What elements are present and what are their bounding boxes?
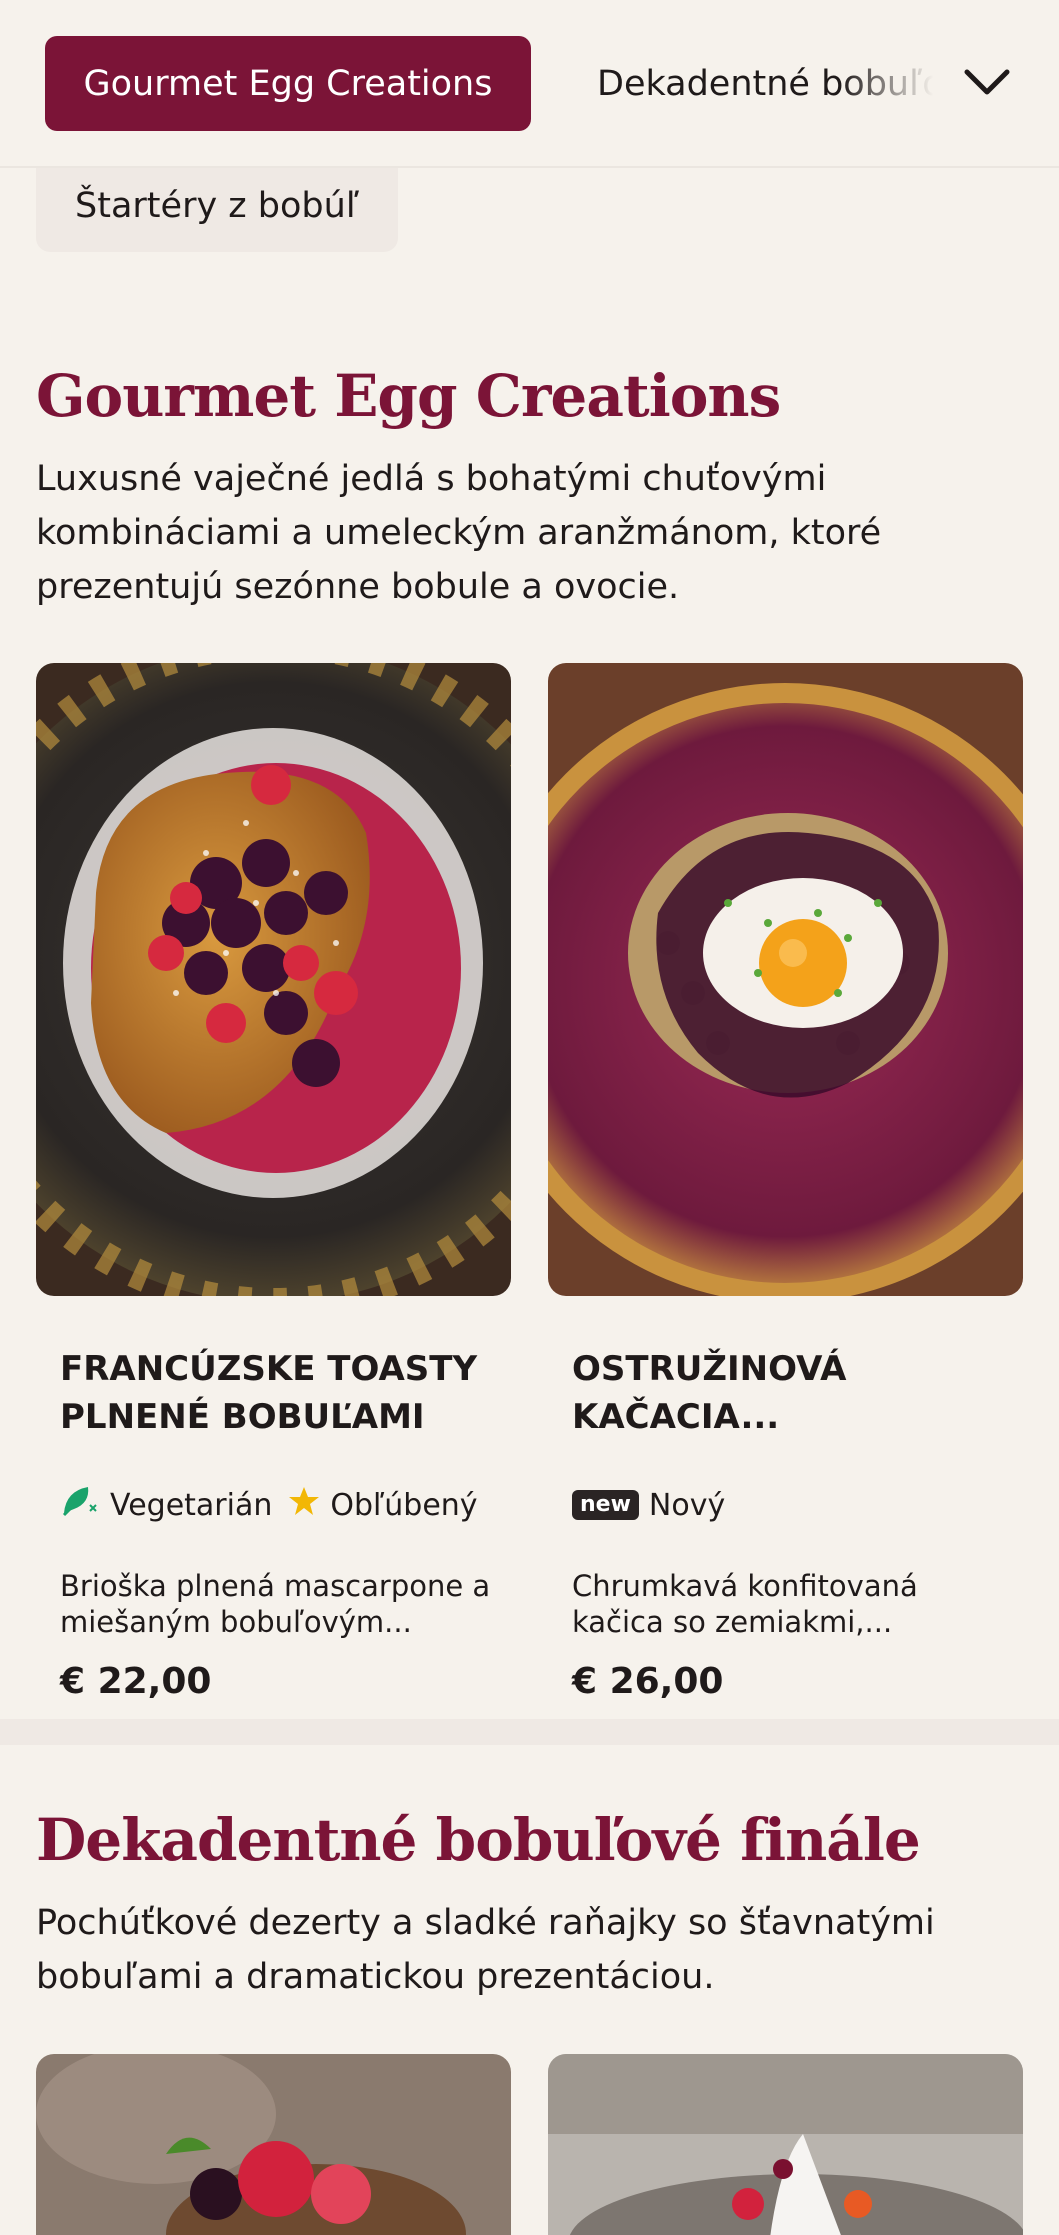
- dish-image-duck[interactable]: [548, 663, 1023, 1296]
- dish-price: € 22,00: [60, 1661, 212, 1702]
- vegetarian-leaf-icon: [60, 1483, 100, 1527]
- section-title: Dekadentné bobuľové finále: [36, 1806, 921, 1874]
- dish-tags: Vegetarián Obľúbený: [60, 1483, 478, 1527]
- dish-image-french-toast[interactable]: [36, 663, 511, 1296]
- category-chip-prev[interactable]: Štartéry z bobúľ: [36, 160, 398, 252]
- dish-title: FRANCÚZSKE TOASTY PLNENÉ BOBUĽAMI: [60, 1349, 478, 1437]
- section-divider: [0, 1719, 1059, 1745]
- nav-fade-overlay: [840, 30, 950, 135]
- dish-title: OSTRUŽINOVÁ KAČACIA...: [572, 1349, 847, 1437]
- new-badge: new: [572, 1490, 639, 1520]
- tag-label: Nový: [648, 1487, 726, 1523]
- section-description: Pochúťkové dezerty a sladké raňajky so š…: [36, 1903, 935, 1997]
- category-nav: Gourmet Egg Creations Dekadentné bobuľov…: [0, 0, 1059, 168]
- section-description: Luxusné vaječné jedlá s bohatými chuťový…: [36, 459, 882, 607]
- dish-price: € 26,00: [572, 1661, 724, 1702]
- dish-description: Chrumkavá konfitovaná kačica so zemiakmi…: [572, 1569, 918, 1639]
- tag-label: Obľúbený: [330, 1487, 478, 1523]
- star-icon: [288, 1485, 320, 1525]
- dish-description: Brioška plnená mascarpone a miešaným bob…: [60, 1569, 491, 1639]
- chevron-down-icon[interactable]: [955, 50, 1019, 114]
- dish-tags: new Nový: [572, 1483, 725, 1527]
- category-chip-active[interactable]: Gourmet Egg Creations: [45, 36, 531, 131]
- section-title: Gourmet Egg Creations: [36, 362, 781, 430]
- dish-image-pavlova[interactable]: [548, 2054, 1023, 2235]
- dish-image-dessert[interactable]: [36, 2054, 511, 2235]
- tag-label: Vegetarián: [110, 1487, 273, 1523]
